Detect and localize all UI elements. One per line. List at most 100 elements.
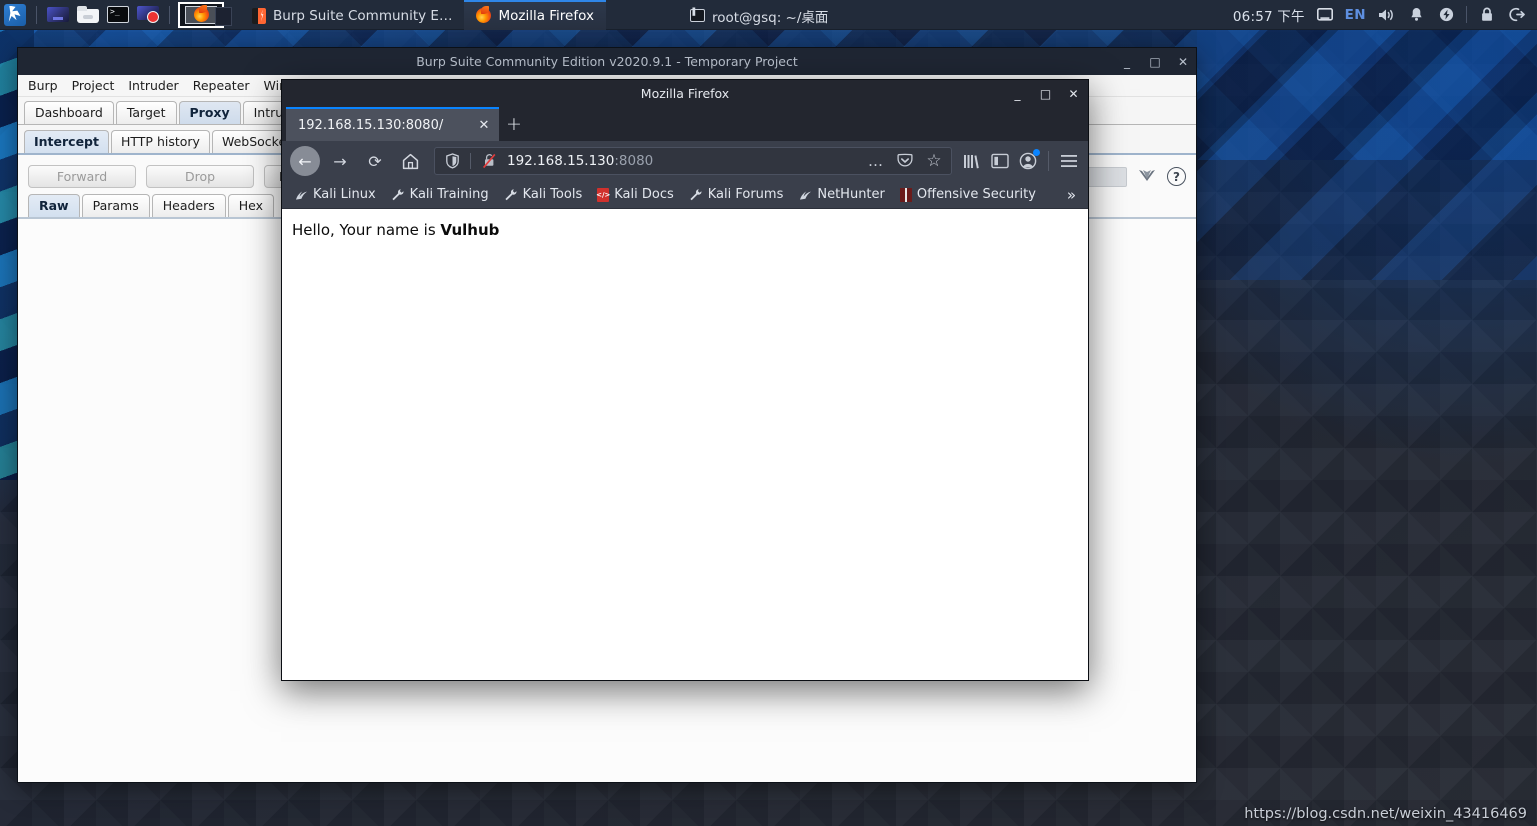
system-tray: 06:57 下午 EN <box>1233 5 1537 25</box>
firefox-icon <box>193 5 209 22</box>
account-icon[interactable] <box>1017 149 1040 172</box>
reload-button[interactable]: ⟳ <box>360 146 390 176</box>
back-button[interactable]: ← <box>290 146 320 176</box>
bookmark-offensive-security[interactable]: Offensive Security <box>894 185 1042 204</box>
clock[interactable]: 06:57 下午 <box>1233 5 1305 25</box>
bookmark-kali-training[interactable]: Kali Training <box>385 185 495 204</box>
power-icon[interactable] <box>1436 5 1456 25</box>
close-tab-icon[interactable]: ✕ <box>475 116 493 134</box>
taskbar: Burp Suite Community E… Mozilla Firefox … <box>0 0 1537 30</box>
launcher-screen-recorder[interactable] <box>133 0 163 30</box>
launcher-show-desktop[interactable] <box>43 0 73 30</box>
page-actions-icon[interactable]: … <box>865 150 887 172</box>
launcher-terminal[interactable] <box>103 0 133 30</box>
browser-tab[interactable]: 192.168.15.130:8080/ ✕ <box>286 107 499 141</box>
forward-button[interactable]: → <box>325 146 355 176</box>
taskbar-item-firefox[interactable]: Mozilla Firefox <box>464 0 606 30</box>
taskbar-item-label: root@gsq: ~/桌面 <box>711 9 829 26</box>
library-icon[interactable] <box>961 150 983 172</box>
menu-project[interactable]: Project <box>72 78 115 93</box>
bookmarks-overflow-chevron-icon[interactable]: » <box>1061 186 1082 204</box>
tab-dashboard[interactable]: Dashboard <box>24 101 114 124</box>
terminal-icon <box>107 6 129 23</box>
taskbar-item-label: Burp Suite Community E… <box>273 7 453 24</box>
window-preview-ghost <box>215 6 232 26</box>
burp-maximize-button[interactable]: □ <box>1148 55 1162 69</box>
drop-button[interactable]: Drop <box>146 165 254 188</box>
firefox-tab-strip: 192.168.15.130:8080/ ✕ + <box>282 107 1088 141</box>
forward-button[interactable]: Forward <box>28 165 136 188</box>
bookmark-kali-tools[interactable]: Kali Tools <box>498 185 589 204</box>
burp-titlebar[interactable]: Burp Suite Community Edition v2020.9.1 -… <box>18 48 1196 75</box>
display-icon[interactable] <box>1315 5 1335 25</box>
window-thumbnail <box>185 5 217 24</box>
bookmark-star-icon[interactable]: ☆ <box>923 150 945 172</box>
launcher-kali-menu[interactable] <box>0 0 30 30</box>
offensive-security-icon <box>899 187 912 202</box>
burp-minimize-button[interactable]: _ <box>1120 55 1134 69</box>
menu-repeater[interactable]: Repeater <box>193 78 250 93</box>
home-button[interactable] <box>395 146 425 176</box>
burp-window-title: Burp Suite Community Edition v2020.9.1 -… <box>416 54 798 69</box>
screen-record-icon <box>137 6 159 23</box>
address-bar[interactable]: 192.168.15.130:8080 … ☆ <box>434 147 952 175</box>
bookmark-label: Offensive Security <box>916 187 1036 202</box>
tab-headers[interactable]: Headers <box>151 194 226 217</box>
firefox-window: Mozilla Firefox _ □ ✕ 192.168.15.130:808… <box>281 79 1089 681</box>
menu-burp[interactable]: Burp <box>28 78 58 93</box>
tab-target[interactable]: Target <box>115 101 177 124</box>
bookmark-label: Kali Docs <box>614 187 674 202</box>
url-host: 192.168.15.130 <box>507 153 615 169</box>
notification-bell-icon[interactable] <box>1406 5 1426 25</box>
new-tab-button[interactable]: + <box>499 107 529 141</box>
lock-icon[interactable] <box>1477 5 1497 25</box>
bookmark-label: Kali Tools <box>522 187 583 202</box>
keyboard-language-indicator[interactable]: EN <box>1345 7 1366 23</box>
urlbar-divider <box>470 153 471 169</box>
bookmark-nethunter[interactable]: NetHunter <box>792 185 891 204</box>
folder-icon <box>77 6 99 23</box>
firefox-toolbar-icons <box>961 149 1080 172</box>
tracking-protection-shield-icon[interactable] <box>441 150 463 172</box>
firefox-window-title: Mozilla Firefox <box>640 86 730 101</box>
menu-intruder[interactable]: Intruder <box>128 78 178 93</box>
burp-suite-icon <box>252 7 266 24</box>
firefox-titlebar[interactable]: Mozilla Firefox _ □ ✕ <box>282 80 1088 107</box>
firefox-maximize-button[interactable]: □ <box>1039 87 1052 101</box>
volume-icon[interactable] <box>1376 5 1396 25</box>
wallpaper-right-band <box>1197 30 1537 280</box>
firefox-window-controls: _ □ ✕ <box>1011 80 1080 107</box>
launcher-separator-2 <box>169 5 170 24</box>
kali-dragon-icon <box>294 188 308 202</box>
taskbar-item-terminal[interactable]: root@gsq: ~/桌面 <box>678 0 840 30</box>
insecure-connection-icon[interactable] <box>478 150 500 172</box>
pocket-icon[interactable] <box>894 150 916 172</box>
sidebar-icon[interactable] <box>989 150 1011 172</box>
firefox-minimize-button[interactable]: _ <box>1011 87 1024 101</box>
subtab-intercept[interactable]: Intercept <box>24 130 109 153</box>
bookmark-kali-docs[interactable]: </> Kali Docs <box>591 185 680 204</box>
bookmark-label: Kali Forums <box>707 187 784 202</box>
bookmark-kali-linux[interactable]: Kali Linux <box>288 185 382 204</box>
help-icon[interactable]: ? <box>1167 167 1186 186</box>
tab-proxy[interactable]: Proxy <box>178 101 241 124</box>
app-menu-icon[interactable] <box>1058 150 1080 172</box>
kali-dragon-icon <box>798 188 812 202</box>
tab-hex[interactable]: Hex <box>227 194 275 217</box>
tab-params[interactable]: Params <box>81 194 150 217</box>
tab-raw[interactable]: Raw <box>28 194 80 217</box>
kali-docs-icon: </> <box>596 187 610 202</box>
logout-icon[interactable] <box>1507 5 1527 25</box>
subtab-http-history[interactable]: HTTP history <box>110 130 210 153</box>
bookmark-label: NetHunter <box>817 187 885 202</box>
active-window-preview[interactable] <box>178 1 232 28</box>
kali-tool-icon <box>391 188 405 202</box>
chevron-fan-icon[interactable] <box>1137 167 1157 187</box>
firefox-close-button[interactable]: ✕ <box>1067 87 1080 101</box>
bookmark-kali-forums[interactable]: Kali Forums <box>683 185 790 204</box>
burp-window-controls: _ □ ✕ <box>1120 48 1190 75</box>
launcher-file-manager[interactable] <box>73 0 103 30</box>
browser-tab-label: 192.168.15.130:8080/ <box>298 117 444 133</box>
taskbar-item-burp[interactable]: Burp Suite Community E… <box>240 0 464 30</box>
burp-close-button[interactable]: ✕ <box>1176 55 1190 69</box>
